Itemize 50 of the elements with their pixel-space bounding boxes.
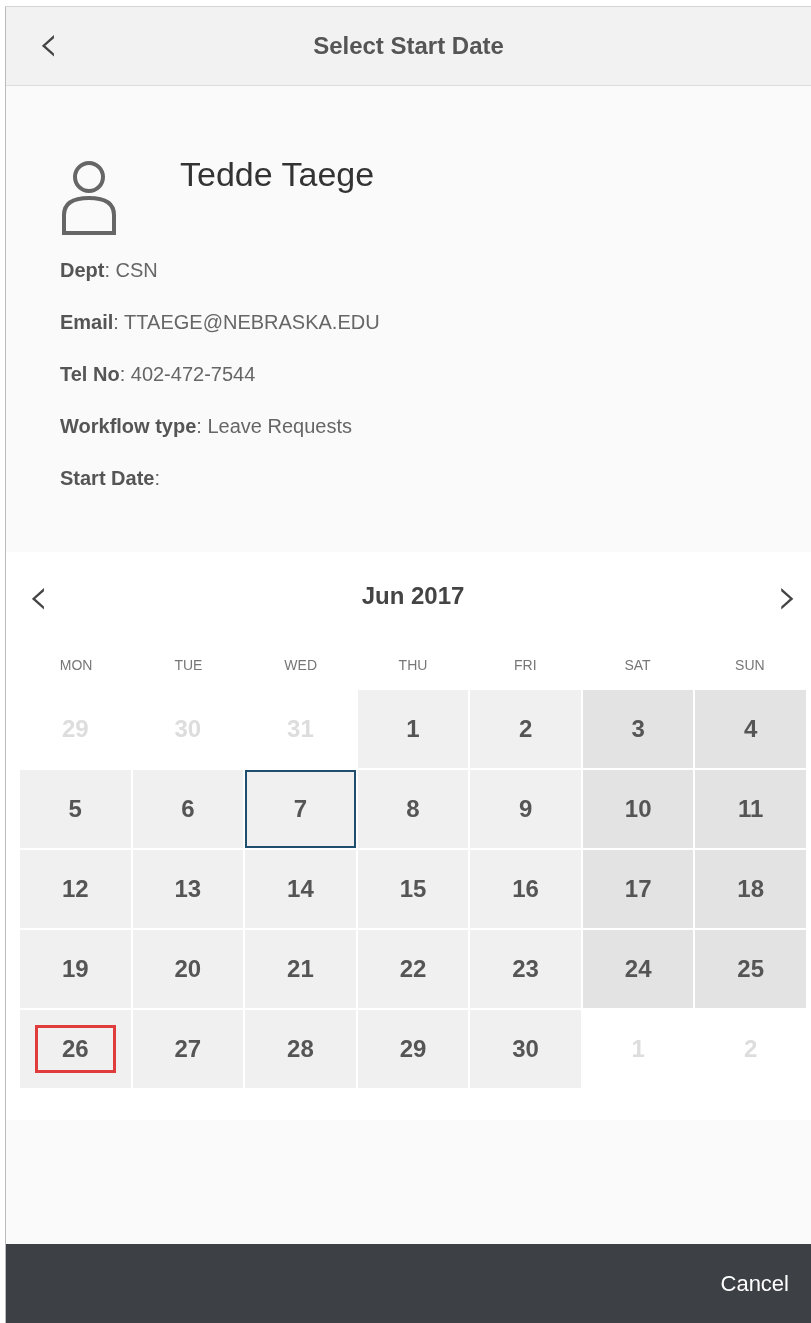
day-cell[interactable]: 30 (470, 1010, 581, 1088)
day-cell[interactable]: 18 (695, 850, 806, 928)
cancel-button[interactable]: Cancel (714, 1269, 795, 1298)
day-cell[interactable]: 13 (132, 850, 244, 928)
day-cell[interactable]: 22 (357, 930, 469, 1008)
day-cell[interactable]: 1 (357, 690, 469, 768)
day-cell[interactable]: 21 (245, 930, 356, 1008)
info-field: Dept: CSN (60, 258, 811, 310)
weekday-label: THU (397, 657, 429, 673)
weekday-label: SAT (623, 657, 652, 673)
day-cell[interactable]: 8 (357, 770, 469, 848)
day-cell[interactable]: 28 (245, 1010, 356, 1088)
day-cell[interactable]: 23 (470, 930, 581, 1008)
previous-month-button[interactable]: ‹ (20, 570, 57, 622)
info-field: Start Date: (60, 466, 811, 518)
day-cell[interactable]: 27 (132, 1010, 244, 1088)
info-field: Email: TTAEGE@NEBRASKA.EDU (60, 310, 811, 362)
day-cell[interactable]: 19 (20, 930, 131, 1008)
person-icon (60, 160, 118, 235)
day-cell[interactable]: 15 (357, 850, 469, 928)
back-button[interactable]: ‹ (32, 17, 65, 69)
day-cell[interactable]: 2 (470, 690, 581, 768)
month-title: Jun 2017 (361, 582, 465, 610)
day-cell[interactable]: 12 (20, 850, 131, 928)
weekday-label: SUN (734, 657, 766, 673)
weekday-label: WED (283, 657, 319, 673)
day-cell[interactable]: 4 (695, 690, 806, 768)
day-cell[interactable]: 20 (132, 930, 244, 1008)
day-cell[interactable]: 5 (20, 770, 131, 848)
weekday-label: MON (58, 657, 94, 673)
day-cell[interactable]: 11 (695, 770, 806, 848)
day-cell[interactable]: 29 (357, 1010, 469, 1088)
day-cell[interactable]: 3 (582, 690, 694, 768)
day-cell[interactable]: 25 (695, 930, 806, 1008)
weekday-label: TUE (173, 657, 204, 673)
day-cell[interactable]: 7 (245, 770, 356, 848)
info-field: Tel No: 402-472-7544 (60, 362, 811, 414)
next-month-button[interactable]: › (769, 570, 806, 622)
person-name: Tedde Taege (180, 154, 375, 194)
page-title: Select Start Date (313, 32, 504, 60)
day-cell[interactable]: 26 (20, 1010, 131, 1088)
day-cell[interactable]: 24 (582, 930, 694, 1008)
day-cell[interactable]: 10 (582, 770, 694, 848)
weekday-label: FRI (513, 657, 538, 673)
day-cell[interactable]: 14 (245, 850, 356, 928)
day-cell[interactable]: 17 (582, 850, 694, 928)
day-cell[interactable]: 9 (470, 770, 581, 848)
day-cell[interactable]: 6 (132, 770, 244, 848)
info-field: Workflow type: Leave Requests (60, 414, 811, 466)
day-cell[interactable]: 16 (470, 850, 581, 928)
